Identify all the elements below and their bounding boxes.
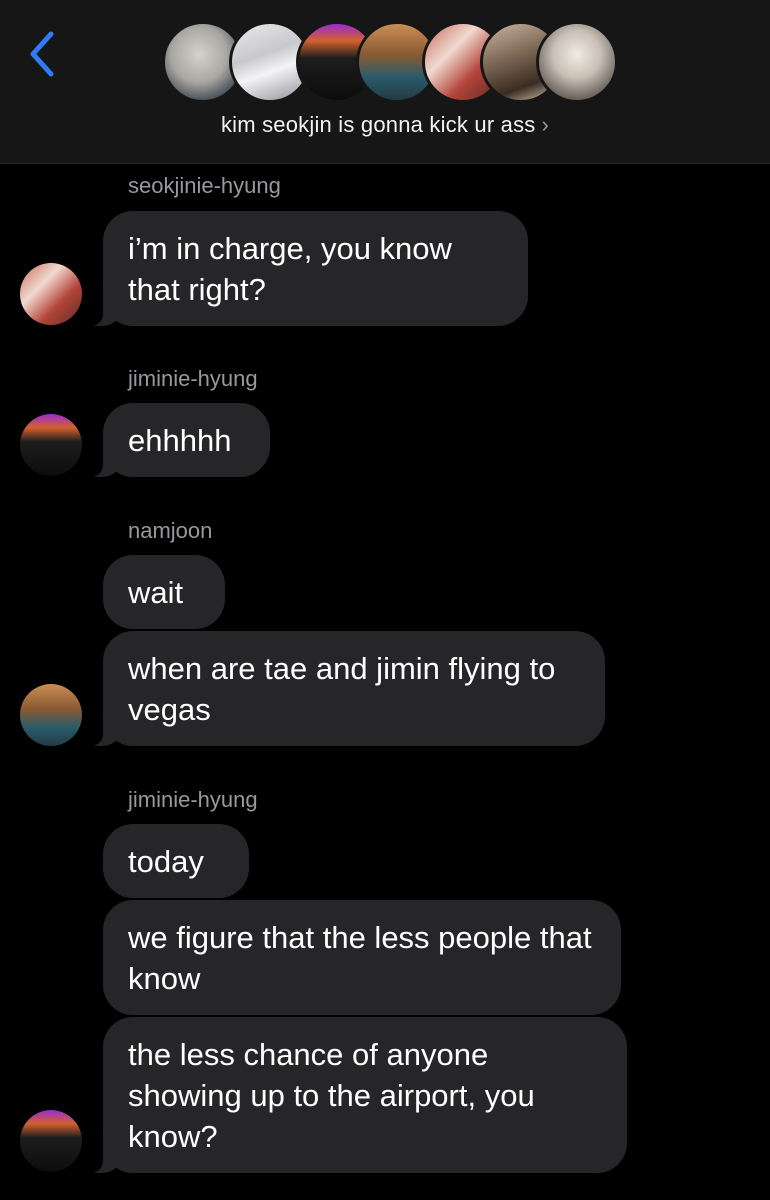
conversation-title-text: kim seokjin is gonna kick ur ass [220, 112, 536, 137]
sender-avatar[interactable] [20, 684, 82, 746]
message-bubble[interactable]: ehhhhh [85, 403, 270, 477]
message-text: today [128, 844, 204, 879]
message-bubble[interactable]: i’m in charge, you know that right? [85, 211, 528, 326]
message-bubble[interactable]: wait [103, 555, 225, 629]
message-text: ehhhhh [128, 423, 232, 458]
sender-name: seokjinie-hyung [128, 173, 281, 198]
message-text: when are tae and jimin flying to vegas [128, 651, 556, 727]
message-bubble[interactable]: when are tae and jimin flying to vegas [85, 631, 605, 746]
sender-avatar[interactable] [20, 414, 82, 476]
sender-name: jiminie-hyung [128, 787, 258, 812]
sender-name: jiminie-hyung [128, 366, 258, 391]
message-bubble[interactable]: we figure that the less people that know [103, 900, 621, 1015]
sender-avatar[interactable] [20, 1110, 82, 1172]
sender-name: namjoon [128, 518, 213, 543]
message-text: we figure that the less people that know [128, 920, 592, 996]
group-avatar-stack[interactable] [162, 21, 618, 105]
chevron-left-icon [30, 31, 54, 77]
back-button[interactable] [22, 26, 62, 82]
group-avatar [536, 21, 618, 103]
sender-avatar[interactable] [20, 263, 82, 325]
message-text: the less chance of anyone showing up to … [128, 1037, 535, 1154]
chevron-right-icon: › [541, 112, 550, 137]
message-bubble[interactable]: the less chance of anyone showing up to … [85, 1017, 627, 1173]
message-bubble[interactable]: today [103, 824, 249, 898]
message-text: i’m in charge, you know that right? [128, 231, 452, 307]
conversation-header: kim seokjin is gonna kick ur ass › [0, 0, 770, 164]
conversation-title[interactable]: kim seokjin is gonna kick ur ass › [0, 112, 770, 138]
message-text: wait [128, 575, 184, 610]
